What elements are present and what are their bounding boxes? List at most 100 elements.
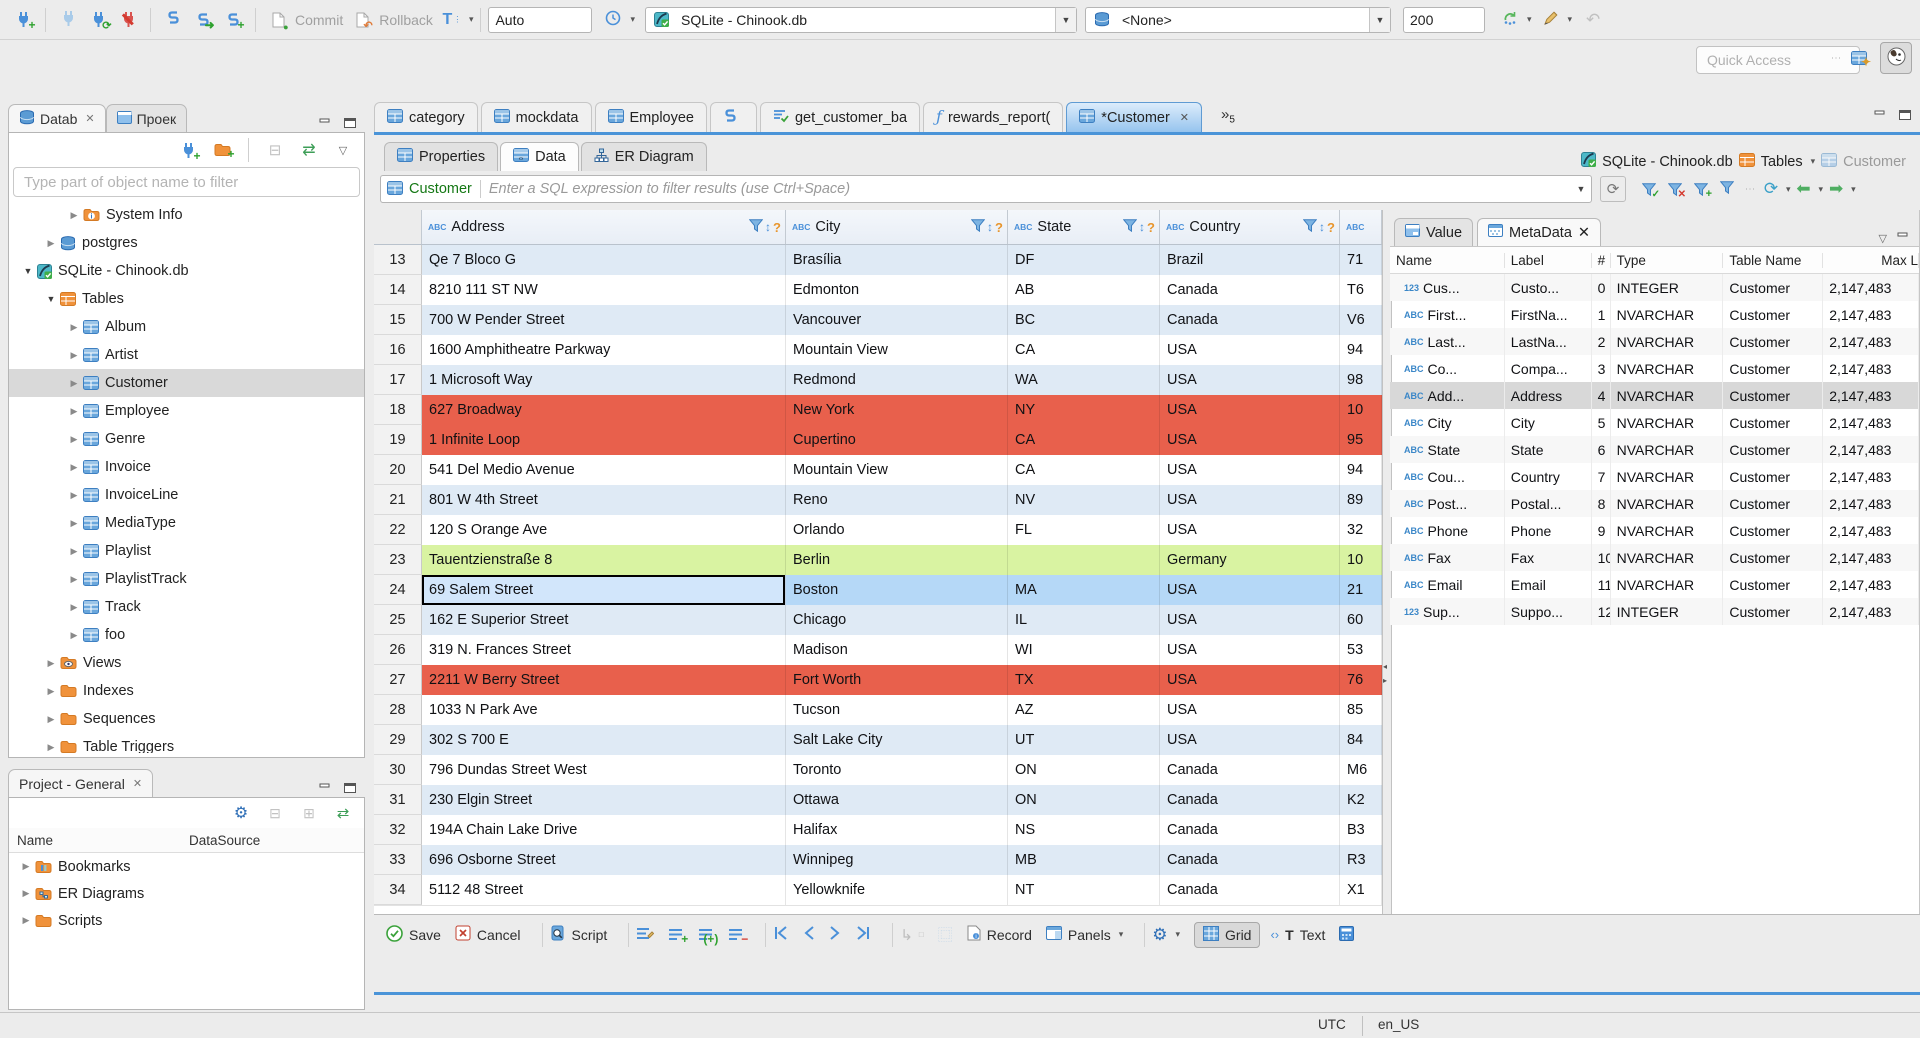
meta-cell-table-name[interactable]: Customer (1723, 355, 1824, 382)
meta-cell-ordinal[interactable]: 8 (1591, 490, 1611, 517)
row-number-cell[interactable]: 24 (374, 575, 422, 605)
meta-cell-name[interactable]: 123 Cus... (1390, 274, 1505, 301)
filter-history-arrow[interactable]: ▼ (1571, 184, 1591, 194)
breadcrumb-entity[interactable]: Customer (1843, 154, 1906, 170)
meta-cell-name[interactable]: ABC Last... (1390, 328, 1505, 355)
cell-address[interactable]: 627 Broadway (422, 395, 786, 425)
remove-filter-icon[interactable]: ✕ (1663, 177, 1687, 201)
expand-arrow-icon[interactable]: ▼ (21, 266, 35, 276)
new-sql-script-icon[interactable]: + (220, 7, 246, 33)
meta-cell-type[interactable]: NVARCHAR (1610, 490, 1724, 517)
cell-country[interactable]: Canada (1160, 275, 1340, 305)
cell-city[interactable]: Tucson (786, 695, 1008, 725)
meta-cell-max-length[interactable]: 2,147,483 (1823, 598, 1919, 625)
previous-row-icon[interactable] (803, 926, 815, 943)
cell-address[interactable]: 1033 N Park Ave (422, 695, 786, 725)
cell-city[interactable]: Madison (786, 635, 1008, 665)
meta-column-header-table-name[interactable]: Table Name (1723, 252, 1824, 268)
table-row[interactable]: 24 69 Salem Street Boston MA USA 21 (374, 575, 1382, 605)
meta-row[interactable]: ABCEmailEmail11NVARCHARCustomer2,147,483 (1390, 571, 1919, 598)
cell-address[interactable]: 1 Infinite Loop (422, 425, 786, 455)
row-number-cell[interactable]: 28 (374, 695, 422, 725)
cell-extra[interactable]: 10 (1340, 395, 1382, 425)
cell-address[interactable]: 194A Chain Lake Drive (422, 815, 786, 845)
cell-city[interactable]: Orlando (786, 515, 1008, 545)
meta-cell-type[interactable]: NVARCHAR (1611, 463, 1724, 490)
table-row[interactable]: 23 Tauentzienstraße 8 Berlin Germany 10 (374, 545, 1382, 575)
meta-cell-table-name[interactable]: Customer (1723, 382, 1824, 409)
project-item-scripts[interactable]: ▶ Scripts (9, 907, 364, 934)
meta-cell-label[interactable]: Suppo... (1504, 598, 1592, 625)
open-sql-script-icon[interactable]: ➜ (190, 7, 216, 33)
tree-item-table-triggers[interactable]: ▶ Table Triggers (9, 733, 364, 753)
filter-icon[interactable] (1122, 219, 1138, 235)
cell-city[interactable]: Toronto (786, 755, 1008, 785)
row-number-cell[interactable]: 20 (374, 455, 422, 485)
meta-cell-type[interactable]: INTEGER (1610, 274, 1724, 301)
meta-column-header-type[interactable]: Type (1611, 252, 1724, 268)
meta-row[interactable]: ABC Post... Postal... 8 NVARCHAR Customer 2,14… (1390, 490, 1919, 517)
transaction-log-caret[interactable]: ▾ (469, 14, 474, 25)
cell-city[interactable]: Cupertino (786, 425, 1008, 455)
meta-cell-name[interactable]: ABC Cou... (1390, 463, 1505, 490)
cell-country[interactable]: USA (1160, 665, 1340, 695)
refresh-results-caret[interactable]: ▾ (1786, 184, 1791, 195)
commit-mode-combo[interactable]: Auto (488, 6, 593, 33)
refresh-config-icon[interactable] (1497, 7, 1523, 33)
cancel-button[interactable]: Cancel (455, 925, 521, 944)
project-item-er-diagrams[interactable]: ▶ ER Diagrams (9, 880, 364, 907)
meta-row[interactable]: ABC City City 5 NVARCHAR Customer 2,147,483 (1390, 409, 1919, 436)
history-caret[interactable]: ▾ (630, 14, 635, 25)
sort-icon[interactable]: ↕ (765, 220, 771, 234)
refresh-config-caret[interactable]: ▾ (1527, 14, 1532, 25)
expand-arrow-icon[interactable]: ▶ (67, 210, 81, 221)
table-row[interactable]: 34 5112 48 Street Yellowknife NT Canada X1 (374, 875, 1382, 905)
meta-cell-name[interactable]: ABC Fax (1390, 544, 1505, 571)
meta-cell-max-length[interactable]: 2,147,483 (1823, 571, 1919, 598)
cell-extra[interactable]: M6 (1340, 755, 1382, 785)
cell-city[interactable]: Winnipeg (786, 845, 1008, 875)
tree-item-invoiceline[interactable]: ▶ InvoiceLine (9, 481, 364, 509)
cell-city[interactable]: Reno (786, 485, 1008, 515)
expand-arrow-icon[interactable]: ▶ (44, 686, 58, 697)
table-row[interactable]: 16 1600 Amphitheatre Parkway Mountain View… (374, 335, 1382, 365)
table-row[interactable]: 27 2211 W Berry Street Fort Worth TX USA 76 (374, 665, 1382, 695)
column-hint-icon[interactable]: ? (1147, 220, 1155, 235)
row-number-cell[interactable]: 29 (374, 725, 422, 755)
reconnect-icon[interactable]: ⟳ (85, 7, 112, 33)
tree-item-indexes[interactable]: ▶ Indexes (9, 677, 364, 705)
meta-cell-ordinal[interactable]: 0 (1591, 274, 1611, 301)
cell-extra[interactable]: 53 (1340, 635, 1382, 665)
cell-state[interactable]: CA (1008, 425, 1160, 455)
expand-arrow-icon[interactable]: ▶ (44, 658, 58, 669)
save-filter-icon[interactable]: + (1689, 177, 1713, 201)
meta-cell-type[interactable]: NVARCHAR (1611, 517, 1724, 544)
next-row-icon[interactable] (829, 926, 841, 943)
row-number-cell[interactable]: 26 (374, 635, 422, 665)
minimize-icon[interactable] (319, 117, 333, 132)
row-number-cell[interactable]: 16 (374, 335, 422, 365)
meta-cell-ordinal[interactable]: 5 (1592, 409, 1611, 436)
cell-extra[interactable]: K2 (1340, 785, 1382, 815)
column-header-address[interactable]: ABC Address ↕? (422, 210, 786, 244)
view-menu-icon[interactable]: ▽ (330, 137, 356, 163)
table-row[interactable]: 28 1033 N Park Ave Tucson AZ USA 85 (374, 695, 1382, 725)
cell-city[interactable]: Mountain View (786, 335, 1008, 365)
cell-country[interactable]: USA (1160, 635, 1340, 665)
cell-address[interactable]: 69 Salem Street (422, 575, 786, 605)
cell-state[interactable] (1008, 545, 1160, 575)
expand-arrow-icon[interactable]: ▶ (44, 714, 58, 725)
cell-country[interactable]: Canada (1160, 815, 1340, 845)
cell-state[interactable]: CA (1008, 455, 1160, 485)
cell-city[interactable]: Mountain View (786, 455, 1008, 485)
meta-row[interactable]: ABC First... FirstNa... 1 NVARCHAR Customer 2,… (1390, 301, 1919, 328)
save-button[interactable]: Save (386, 924, 441, 945)
tree-item-mediatype[interactable]: ▶ MediaType (9, 509, 364, 537)
rollback-icon[interactable]: ↶ (349, 7, 375, 33)
expand-arrow-icon[interactable]: ▶ (67, 630, 81, 641)
breadcrumb-db[interactable]: SQLite - Chinook.db (1602, 154, 1733, 170)
cell-extra[interactable]: 94 (1340, 335, 1382, 365)
table-row[interactable]: 21 801 W 4th Street Reno NV USA 89 (374, 485, 1382, 515)
editor-tab--sqlite-chino[interactable] (709, 102, 757, 132)
meta-cell-label[interactable]: State (1504, 436, 1592, 463)
